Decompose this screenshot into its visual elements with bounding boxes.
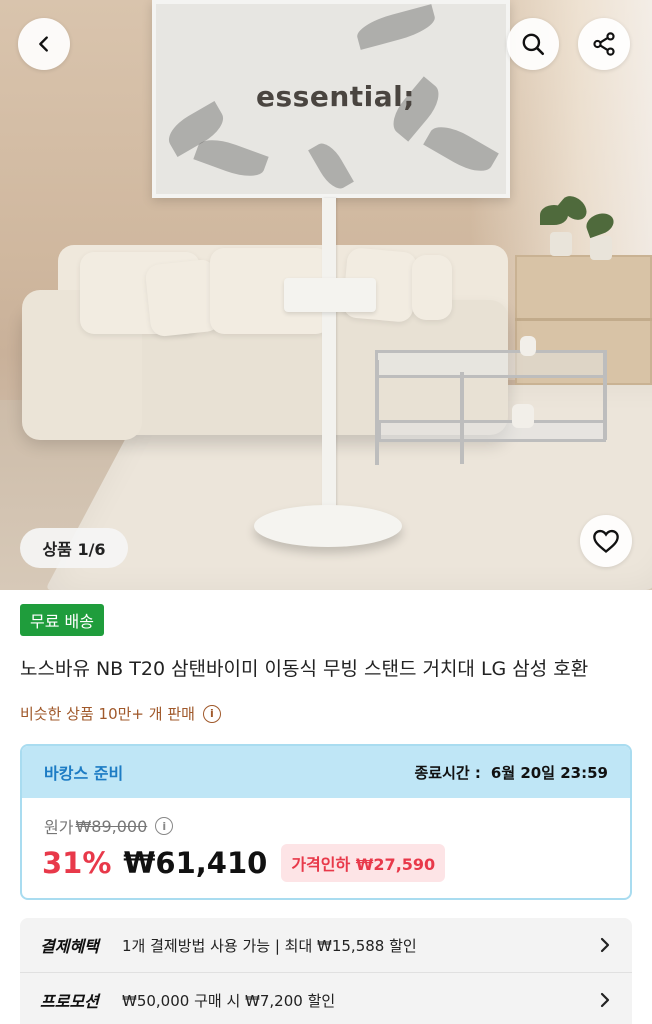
chevron-right-icon [600, 992, 610, 1008]
search-button[interactable] [507, 18, 559, 70]
price-row: 31% ₩61,410 가격인하 ₩27,590 [42, 844, 446, 882]
similar-sales-text: 비슷한 상품 10만+ 개 판매 [20, 705, 195, 723]
similar-sales[interactable]: 비슷한 상품 10만+ 개 판매 i [20, 703, 221, 724]
stand-pole [322, 198, 336, 518]
benefit-text: 1개 결제방법 사용 가능 | 최대 ₩15,588 할인 [122, 936, 417, 955]
free-shipping-badge: 무료 배송 [20, 604, 104, 636]
deal-name: 바캉스 준비 [44, 764, 124, 783]
wishlist-button[interactable] [580, 515, 632, 567]
deal-box: 바캉스 준비 종료시간 : 6월 20일 23:59 원가 ₩89,000 i … [20, 744, 632, 900]
original-price-row: 원가 ₩89,000 i [44, 814, 174, 838]
info-icon[interactable]: i [202, 704, 221, 723]
discount-percent: 31% [42, 846, 112, 880]
stand-base [254, 505, 402, 547]
benefit-label: 결제혜택 [40, 937, 99, 956]
product-title: 노스바유 NB T20 삼탠바이미 이동식 무빙 스탠드 거치대 LG 삼성 호… [20, 658, 589, 680]
share-icon [593, 32, 615, 56]
benefit-label: 프로모션 [40, 992, 99, 1011]
search-icon [522, 33, 545, 56]
original-price-label: 원가 [44, 818, 74, 837]
benefit-text: ₩50,000 구매 시 ₩7,200 할인 [122, 991, 336, 1010]
original-price: ₩89,000 [75, 816, 148, 836]
chevron-right-icon [600, 937, 610, 953]
share-button[interactable] [578, 18, 630, 70]
benefits-panel: 결제혜택 1개 결제방법 사용 가능 | 최대 ₩15,588 할인 프로모션 … [20, 918, 632, 1024]
image-counter: 상품 1/6 [20, 528, 128, 568]
stand-tray [284, 278, 376, 312]
sale-price: ₩61,410 [123, 846, 268, 880]
deal-end-value: 6월 20일 23:59 [490, 763, 608, 782]
coffee-table [375, 350, 607, 378]
price-drop-badge: 가격인하 ₩27,590 [281, 844, 446, 882]
deal-end-label: 종료시간 : [414, 763, 481, 782]
info-icon[interactable]: i [155, 817, 174, 835]
promotion-row[interactable]: 프로모션 ₩50,000 구매 시 ₩7,200 할인 [20, 973, 632, 1024]
chevron-left-icon [39, 36, 48, 52]
product-image[interactable]: essential; [0, 0, 652, 590]
plant-pot [550, 232, 572, 256]
plant-pot [590, 236, 612, 260]
tv-screen: essential; [152, 0, 510, 198]
payment-benefit-row[interactable]: 결제혜택 1개 결제방법 사용 가능 | 최대 ₩15,588 할인 [20, 918, 632, 972]
deal-header: 바캉스 준비 종료시간 : 6월 20일 23:59 [22, 746, 630, 798]
deal-end-time: 종료시간 : 6월 20일 23:59 [414, 762, 608, 783]
tv-screen-text: essential; [256, 80, 415, 113]
heart-icon [593, 529, 619, 553]
back-button[interactable] [18, 18, 70, 70]
